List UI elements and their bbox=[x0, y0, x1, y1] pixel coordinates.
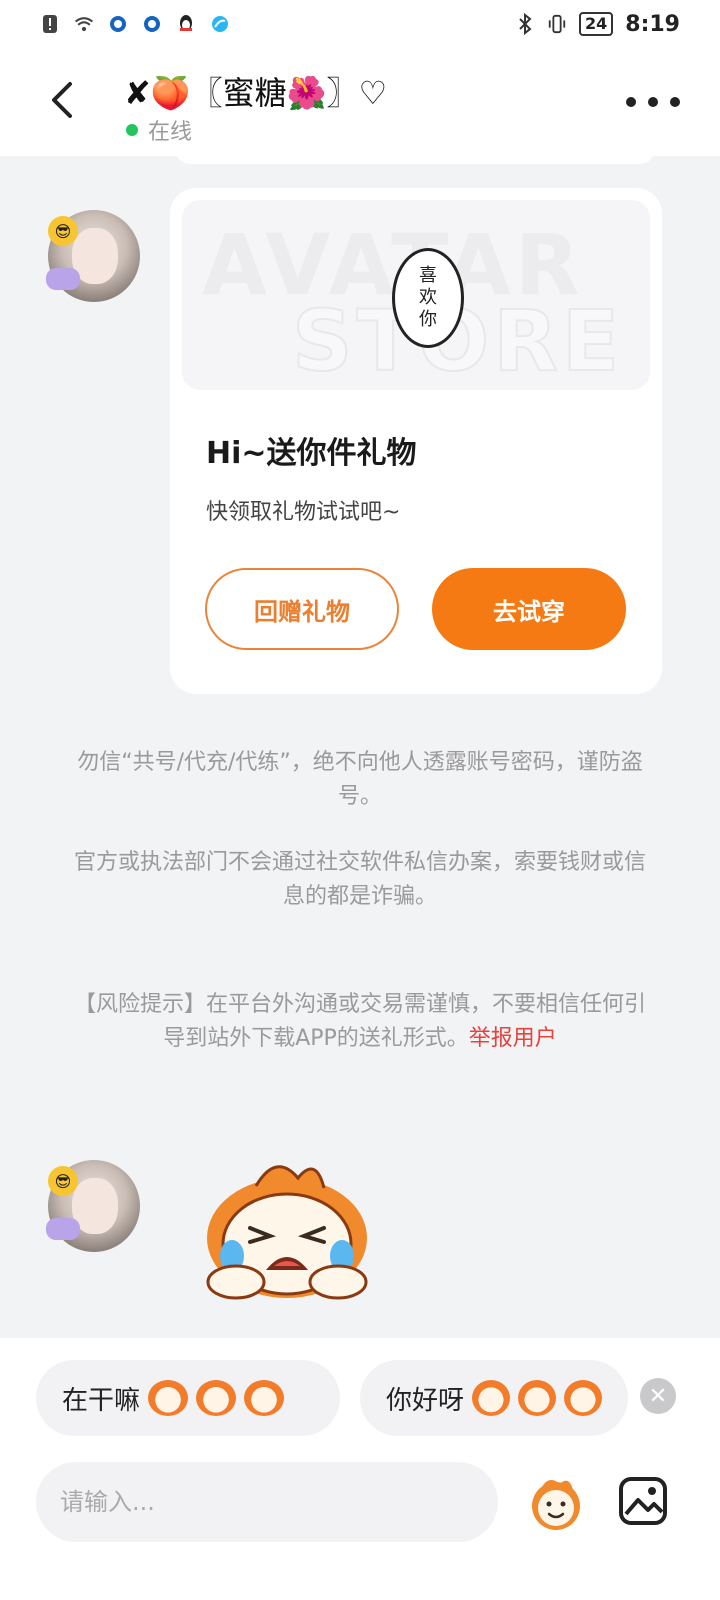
bluetooth-icon bbox=[515, 13, 535, 35]
crying-sticker-icon[interactable] bbox=[196, 1152, 378, 1302]
quick-reply-chip[interactable]: 你好呀 bbox=[360, 1360, 628, 1436]
more-options-button[interactable] bbox=[626, 82, 680, 122]
app-notification-icon bbox=[142, 14, 162, 34]
browser-icon bbox=[210, 14, 230, 34]
bubble-char: 喜 bbox=[419, 265, 437, 286]
quick-reply-text: 你好呀 bbox=[386, 1385, 465, 1416]
wifi-icon bbox=[74, 14, 94, 34]
close-icon[interactable]: ✕ bbox=[640, 1378, 676, 1414]
vibrate-icon bbox=[547, 14, 567, 34]
risk-warning-text: 【风险提示】在平台外沟通或交易需谨慎，不要相信任何引导到站外下载APP的送礼形式… bbox=[73, 992, 646, 1051]
risk-warning-notice: 【风险提示】在平台外沟通或交易需谨慎，不要相信任何引导到站外下载APP的送礼形式… bbox=[70, 988, 650, 1056]
more-dot-icon bbox=[626, 97, 636, 107]
sunglasses-emoji-icon: 😎 bbox=[48, 216, 78, 246]
return-gift-button[interactable]: 回赠礼物 bbox=[205, 568, 399, 650]
quick-reply-chip[interactable]: 在干嘛 bbox=[36, 1360, 340, 1436]
status-icons-left bbox=[40, 14, 230, 34]
message-input[interactable] bbox=[36, 1462, 498, 1542]
sticker-button[interactable] bbox=[524, 1470, 588, 1534]
gift-title: Hi~送你件礼物 bbox=[206, 436, 417, 471]
avatar-decoration-icon bbox=[46, 268, 80, 290]
sunglasses-emoji-icon: 😎 bbox=[48, 1166, 78, 1196]
chat-header: ✘🍑〖蜜糖🌺〗♡ 在线 bbox=[0, 48, 720, 156]
contact-avatar[interactable]: 😎 bbox=[46, 210, 140, 302]
online-dot-icon bbox=[126, 124, 138, 136]
online-status: 在线 bbox=[126, 114, 192, 146]
back-button[interactable] bbox=[36, 74, 88, 126]
battery-indicator: 24 bbox=[579, 12, 614, 36]
grin-emoji-icon bbox=[244, 1380, 285, 1416]
qq-icon bbox=[176, 14, 196, 34]
try-on-button[interactable]: 去试穿 bbox=[432, 568, 626, 650]
sim-alert-icon bbox=[40, 14, 60, 34]
report-user-link[interactable]: 举报用户 bbox=[469, 1026, 557, 1051]
previous-message-bubble bbox=[176, 150, 654, 164]
more-dot-icon bbox=[648, 97, 658, 107]
image-picker-button[interactable] bbox=[618, 1476, 668, 1526]
gift-banner-image: AVATAR STORE 喜 欢 你 bbox=[182, 200, 650, 390]
gift-message-card[interactable]: AVATAR STORE 喜 欢 你 Hi~送你件礼物 快领取礼物试试吧~ 回赠… bbox=[170, 188, 662, 694]
smile-emoji-icon bbox=[518, 1380, 557, 1416]
more-dot-icon bbox=[670, 97, 680, 107]
grin-emoji-icon bbox=[196, 1380, 237, 1416]
online-status-label: 在线 bbox=[148, 120, 193, 145]
bubble-char: 欢 bbox=[419, 287, 437, 308]
anti-fraud-notice: 官方或执法部门不会通过社交软件私信办案，索要钱财或信息的都是诈骗。 bbox=[73, 850, 646, 909]
gift-subtitle: 快领取礼物试试吧~ bbox=[206, 500, 401, 525]
clock: 8:19 bbox=[625, 11, 680, 37]
quick-reply-text: 在干嘛 bbox=[62, 1385, 141, 1416]
grin-emoji-icon bbox=[148, 1380, 189, 1416]
status-icons-right: 24 8:19 bbox=[515, 12, 680, 37]
speech-bubble: 喜 欢 你 bbox=[392, 248, 464, 348]
chevron-left-icon bbox=[52, 82, 72, 118]
smile-emoji-icon bbox=[472, 1380, 511, 1416]
smile-emoji-icon bbox=[564, 1380, 603, 1416]
anti-fraud-notice: 勿信“共号/代充/代练”，绝不向他人透露账号密码，谨防盗号。 bbox=[77, 750, 643, 809]
app-notification-icon bbox=[108, 14, 128, 34]
contact-name: ✘🍑〖蜜糖🌺〗♡ bbox=[124, 74, 388, 112]
avatar-decoration-icon bbox=[46, 1218, 80, 1240]
status-bar: 24 8:19 bbox=[0, 0, 720, 48]
bottom-input-area: 在干嘛 你好呀 ✕ bbox=[0, 1338, 720, 1600]
bubble-char: 你 bbox=[419, 309, 437, 330]
contact-avatar[interactable]: 😎 bbox=[46, 1160, 140, 1252]
